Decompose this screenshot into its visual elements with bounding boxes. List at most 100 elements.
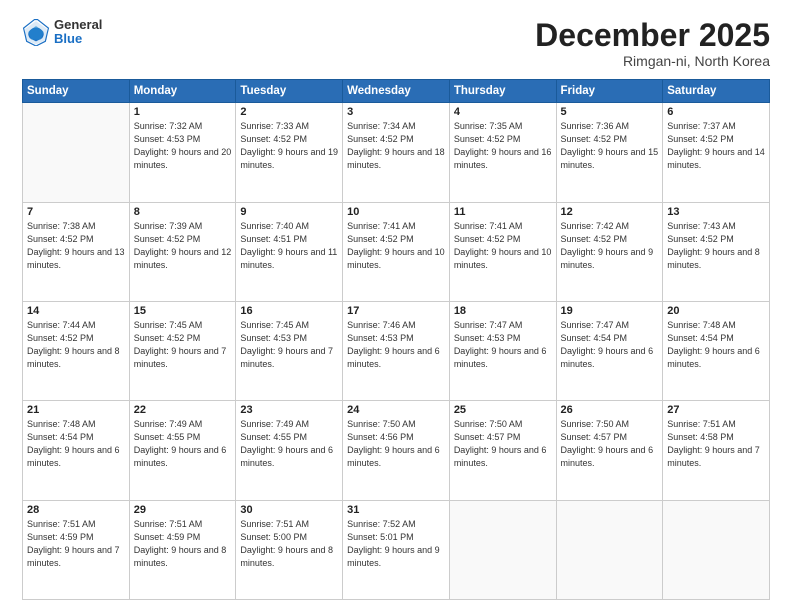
table-row: 2Sunrise: 7:33 AMSunset: 4:52 PMDaylight… — [236, 103, 343, 202]
sunrise-label: Sunrise: 7:46 AM — [347, 320, 416, 330]
day-number: 17 — [347, 305, 445, 317]
sunset-label: Sunset: 4:57 PM — [454, 432, 521, 442]
day-number: 15 — [134, 305, 232, 317]
col-thursday: Thursday — [449, 80, 556, 103]
day-info: Sunrise: 7:33 AMSunset: 4:52 PMDaylight:… — [240, 120, 338, 172]
logo-general: General — [54, 18, 102, 32]
daylight-label: Daylight: 9 hours and 6 minutes. — [454, 346, 547, 369]
day-info: Sunrise: 7:52 AM Sunset: 5:01 PM Daylight:… — [347, 518, 445, 570]
calendar-week-row: 14 Sunrise: 7:44 AMSunset: 4:52 PMDayligh… — [23, 301, 770, 400]
col-friday: Friday — [556, 80, 663, 103]
sunset-label: Sunset: 4:59 PM — [134, 532, 201, 542]
day-info: Sunrise: 7:44 AMSunset: 4:52 PMDaylight:… — [27, 319, 125, 371]
sunset-label: Sunset: 4:55 PM — [134, 432, 201, 442]
sunrise-label: Sunrise: 7:52 AM — [347, 519, 416, 529]
sunrise-label: Sunrise: 7:39 AM — [134, 221, 203, 231]
table-row: 16Sunrise: 7:45 AMSunset: 4:53 PMDayligh… — [236, 301, 343, 400]
day-info: Sunrise: 7:51 AM Sunset: 4:58 PM Daylight:… — [667, 418, 765, 470]
day-info: Sunrise: 7:46 AM Sunset: 4:53 PM Daylight:… — [347, 319, 445, 371]
sunset-label: Sunset: 4:53 PM — [347, 333, 414, 343]
sunset-label: Sunset: 4:52 PM — [134, 234, 201, 244]
sunset-label: Sunset: 4:52 PM — [561, 234, 628, 244]
sunrise-label: Sunrise: 7:49 AM — [240, 419, 309, 429]
table-row: 21Sunrise: 7:48 AMSunset: 4:54 PMDayligh… — [23, 401, 130, 500]
sunset-label: Sunset: 4:53 PM — [134, 134, 201, 144]
sunset-label: Sunset: 4:52 PM — [667, 234, 734, 244]
table-row: 18Sunrise: 7:47 AMSunset: 4:53 PMDayligh… — [449, 301, 556, 400]
day-number: 9 — [240, 206, 338, 218]
sunrise-label: Sunrise: 7:51 AM — [667, 419, 736, 429]
sunrise-label: Sunrise: 7:50 AM — [454, 419, 523, 429]
sunrise-label: Sunrise: 7:51 AM — [240, 519, 309, 529]
daylight-label: Daylight: 9 hours and 6 minutes. — [347, 346, 440, 369]
col-wednesday: Wednesday — [343, 80, 450, 103]
day-info: Sunrise: 7:39 AMSunset: 4:52 PMDaylight:… — [134, 220, 232, 272]
sunset-label: Sunset: 4:58 PM — [667, 432, 734, 442]
day-info: Sunrise: 7:40 AMSunset: 4:51 PMDaylight:… — [240, 220, 338, 272]
day-number: 16 — [240, 305, 338, 317]
sunrise-label: Sunrise: 7:36 AM — [561, 121, 630, 131]
day-number: 11 — [454, 206, 552, 218]
daylight-label: Daylight: 9 hours and 7 minutes. — [667, 445, 760, 468]
col-sunday: Sunday — [23, 80, 130, 103]
table-row: 7Sunrise: 7:38 AMSunset: 4:52 PMDaylight… — [23, 202, 130, 301]
day-number: 23 — [240, 404, 338, 416]
col-monday: Monday — [129, 80, 236, 103]
page: General Blue December 2025 Rimgan-ni, No… — [0, 0, 792, 612]
table-row: 23Sunrise: 7:49 AMSunset: 4:55 PMDayligh… — [236, 401, 343, 500]
table-row: 10 Sunrise: 7:41 AMSunset: 4:52 PMDayligh… — [343, 202, 450, 301]
table-row — [23, 103, 130, 202]
logo-text: General Blue — [54, 18, 102, 47]
table-row: 31Sunrise: 7:52 AMSunset: 5:01 PMDayligh… — [343, 500, 450, 599]
day-number: 24 — [347, 404, 445, 416]
day-info: Sunrise: 7:35 AMSunset: 4:52 PMDaylight:… — [454, 120, 552, 172]
table-row: 5Sunrise: 7:36 AMSunset: 4:52 PMDaylight… — [556, 103, 663, 202]
table-row: 4Sunrise: 7:35 AMSunset: 4:52 PMDaylight… — [449, 103, 556, 202]
daylight-label: Daylight: 9 hours and 19 minutes. — [240, 147, 338, 170]
calendar-week-row: 7Sunrise: 7:38 AMSunset: 4:52 PMDaylight… — [23, 202, 770, 301]
day-number: 30 — [240, 504, 338, 516]
title-block: December 2025 Rimgan-ni, North Korea — [535, 18, 770, 69]
daylight-label: Daylight: 9 hours and 7 minutes. — [240, 346, 333, 369]
table-row: 22Sunrise: 7:49 AMSunset: 4:55 PMDayligh… — [129, 401, 236, 500]
logo-icon — [22, 18, 50, 46]
day-number: 10 — [347, 206, 445, 218]
table-row: 17 Sunrise: 7:46 AM Sunset: 4:53 PM Dayligh… — [343, 301, 450, 400]
sunset-label: Sunset: 5:00 PM — [240, 532, 307, 542]
sunset-label: Sunset: 5:01 PM — [347, 532, 414, 542]
col-saturday: Saturday — [663, 80, 770, 103]
sunrise-label: Sunrise: 7:43 AM — [667, 221, 736, 231]
day-info: Sunrise: 7:43 AMSunset: 4:52 PMDaylight:… — [667, 220, 765, 272]
table-row: 3Sunrise: 7:34 AMSunset: 4:52 PMDaylight… — [343, 103, 450, 202]
day-info: Sunrise: 7:41 AMSunset: 4:52 PMDaylight:… — [347, 220, 445, 272]
daylight-label: Daylight: 9 hours and 16 minutes. — [454, 147, 552, 170]
table-row: 27Sunrise: 7:51 AMSunset: 4:58 PMDayligh… — [663, 401, 770, 500]
sunset-label: Sunset: 4:59 PM — [27, 532, 94, 542]
day-number: 3 — [347, 106, 445, 118]
daylight-label: Daylight: 9 hours and 7 minutes. — [134, 346, 227, 369]
day-info: Sunrise: 7:51 AMSunset: 4:59 PMDaylight:… — [27, 518, 125, 570]
daylight-label: Daylight: 9 hours and 6 minutes. — [454, 445, 547, 468]
daylight-label: Daylight: 9 hours and 8 minutes. — [27, 346, 120, 369]
daylight-label: Daylight: 9 hours and 6 minutes. — [667, 346, 760, 369]
day-info: Sunrise: 7:49 AMSunset: 4:55 PMDaylight:… — [134, 418, 232, 470]
daylight-label: Daylight: 9 hours and 6 minutes. — [347, 445, 440, 468]
day-info: Sunrise: 7:47 AMSunset: 4:54 PMDaylight:… — [561, 319, 659, 371]
sunset-label: Sunset: 4:52 PM — [347, 134, 414, 144]
day-info: Sunrise: 7:50 AM Sunset: 4:57 PM Daylight:… — [454, 418, 552, 470]
day-number: 21 — [27, 404, 125, 416]
daylight-label: Daylight: 9 hours and 10 minutes. — [454, 247, 552, 270]
day-info: Sunrise: 7:51 AMSunset: 5:00 PMDaylight:… — [240, 518, 338, 570]
table-row: 8Sunrise: 7:39 AMSunset: 4:52 PMDaylight… — [129, 202, 236, 301]
sunset-label: Sunset: 4:52 PM — [240, 134, 307, 144]
day-info: Sunrise: 7:45 AMSunset: 4:52 PMDaylight:… — [134, 319, 232, 371]
sunset-label: Sunset: 4:52 PM — [27, 333, 94, 343]
day-info: Sunrise: 7:47 AMSunset: 4:53 PMDaylight:… — [454, 319, 552, 371]
daylight-label: Daylight: 9 hours and 9 minutes. — [347, 545, 440, 568]
sunrise-label: Sunrise: 7:50 AM — [347, 419, 416, 429]
day-number: 14 — [27, 305, 125, 317]
table-row: 26Sunrise: 7:50 AMSunset: 4:57 PMDayligh… — [556, 401, 663, 500]
sunrise-label: Sunrise: 7:48 AM — [667, 320, 736, 330]
day-info: Sunrise: 7:42 AMSunset: 4:52 PMDaylight:… — [561, 220, 659, 272]
sunset-label: Sunset: 4:54 PM — [561, 333, 628, 343]
